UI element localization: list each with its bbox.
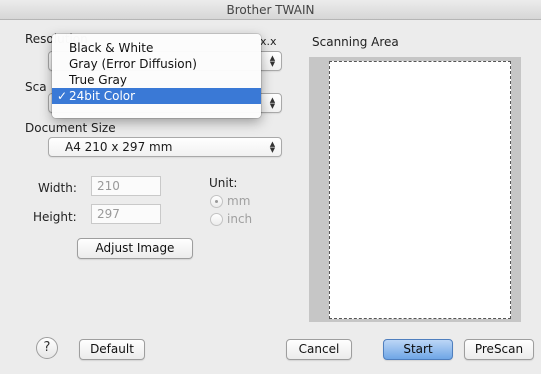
document-size-value: A4 210 x 297 mm	[65, 140, 173, 154]
popup-stepper-icon: ▲ ▼	[269, 54, 276, 68]
menu-item-24bit-color[interactable]: ✓ 24bit Color	[52, 88, 261, 104]
menu-item-gray-error-diffusion[interactable]: Gray (Error Diffusion)	[52, 56, 261, 72]
scanning-area-preview[interactable]	[309, 57, 521, 322]
unit-inch-radio[interactable]	[210, 213, 223, 226]
help-button[interactable]: ?	[36, 337, 58, 359]
menu-item-label: True Gray	[69, 73, 127, 87]
height-field[interactable]: 297	[91, 204, 161, 224]
resolution-value-partial: x.x	[260, 35, 277, 48]
menu-item-true-gray[interactable]: True Gray	[52, 72, 261, 88]
menu-item-black-white[interactable]: Black & White	[52, 40, 261, 56]
adjust-image-button[interactable]: Adjust Image	[77, 238, 193, 259]
menu-item-label: 24bit Color	[69, 89, 136, 103]
menu-item-label: Gray (Error Diffusion)	[69, 57, 197, 71]
brother-twain-dialog: Brother TWAIN Resolution x.x ▲▼ Sca ▲▼ D…	[0, 0, 541, 374]
unit-label: Unit:	[209, 176, 238, 190]
document-size-label: Document Size	[25, 121, 116, 135]
unit-mm-radio[interactable]	[210, 195, 223, 208]
window-title: Brother TWAIN	[0, 0, 541, 20]
scan-area-selection[interactable]	[329, 61, 511, 319]
default-button[interactable]: Default	[79, 339, 145, 360]
radio-selected-dot	[215, 200, 218, 203]
cancel-button[interactable]: Cancel	[286, 339, 352, 360]
popup-stepper-icon: ▲ ▼	[269, 96, 276, 110]
unit-mm-label: mm	[227, 194, 251, 208]
popup-stepper-icon: ▲ ▼	[269, 140, 276, 154]
width-field[interactable]: 210	[91, 176, 161, 196]
height-label: Height:	[33, 210, 77, 224]
start-button[interactable]: Start	[383, 339, 453, 360]
prescan-button[interactable]: PreScan	[464, 339, 534, 360]
scan-type-menu: Black & White Gray (Error Diffusion) Tru…	[52, 34, 261, 118]
checkmark-icon: ✓	[57, 89, 68, 103]
document-size-popup[interactable]: A4 210 x 297 mm ▲ ▼	[48, 137, 282, 157]
width-label: Width:	[38, 181, 77, 195]
scanning-area-label: Scanning Area	[312, 35, 399, 49]
unit-inch-label: inch	[227, 212, 253, 226]
menu-item-label: Black & White	[69, 41, 154, 55]
scan-type-label: Sca	[25, 80, 47, 94]
